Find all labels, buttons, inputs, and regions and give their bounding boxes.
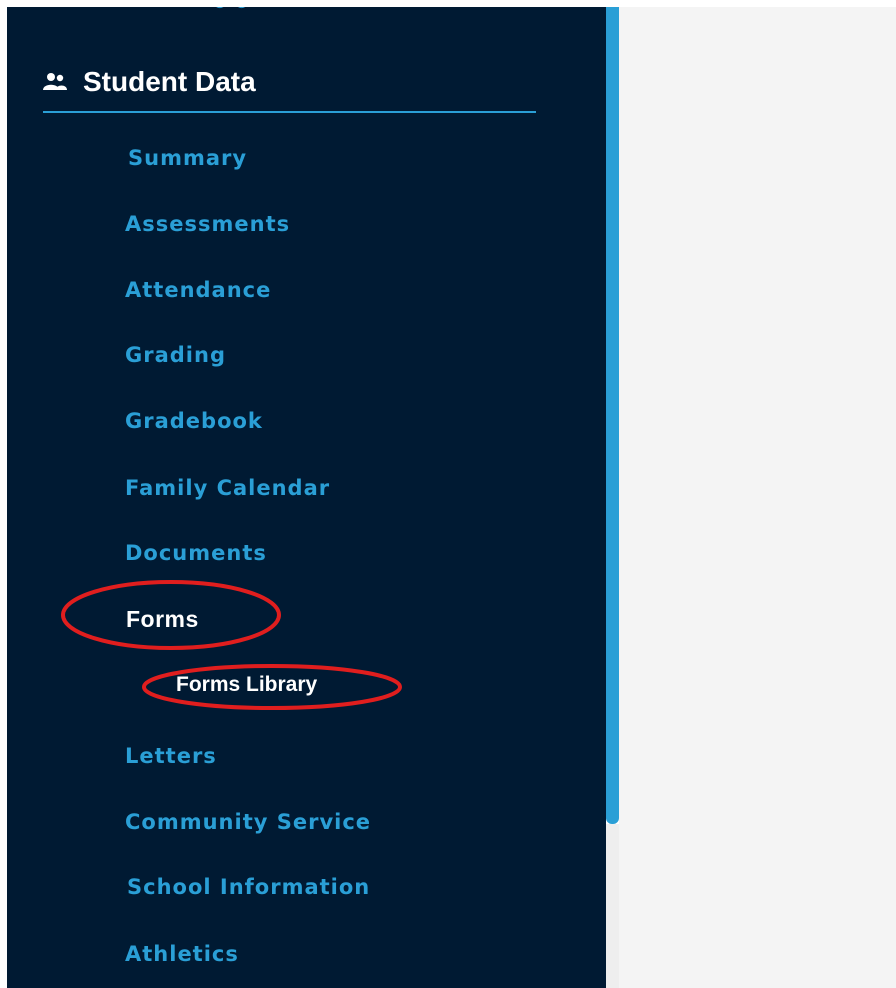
users-icon	[43, 73, 67, 90]
sidebar-item-letters[interactable]: Letters	[125, 744, 217, 768]
sidebar-item-athletics[interactable]: Athletics	[125, 942, 239, 966]
left-border	[0, 0, 7, 988]
section-divider	[43, 111, 536, 113]
sidebar-item-summary[interactable]: Summary	[128, 146, 247, 170]
sidebar-item-forms[interactable]: Forms	[126, 606, 199, 633]
sidebar: ◡◡ Student Data Summary Assessments Atte…	[7, 7, 606, 988]
section-header-student-data[interactable]: Student Data	[43, 62, 256, 102]
section-title: Student Data	[83, 66, 256, 97]
sidebar-item-school-information[interactable]: School Information	[127, 875, 370, 899]
sidebar-item-community-service[interactable]: Community Service	[125, 810, 371, 834]
main-content-area	[619, 7, 896, 988]
sidebar-scrollbar-thumb[interactable]	[606, 7, 619, 824]
partial-icon: ◡◡	[212, 7, 250, 19]
sidebar-item-documents[interactable]: Documents	[125, 541, 267, 565]
app-window: ◡◡ Student Data Summary Assessments Atte…	[0, 0, 896, 988]
sidebar-item-assessments[interactable]: Assessments	[125, 212, 290, 236]
sidebar-item-attendance[interactable]: Attendance	[125, 278, 271, 302]
top-border	[0, 0, 896, 7]
sidebar-item-gradebook[interactable]: Gradebook	[125, 409, 263, 433]
sidebar-item-grading[interactable]: Grading	[125, 343, 226, 367]
sidebar-item-family-calendar[interactable]: Family Calendar	[125, 476, 330, 500]
sidebar-subitem-forms-library[interactable]: Forms Library	[176, 673, 317, 697]
sidebar-scrollbar-track[interactable]	[606, 824, 619, 988]
